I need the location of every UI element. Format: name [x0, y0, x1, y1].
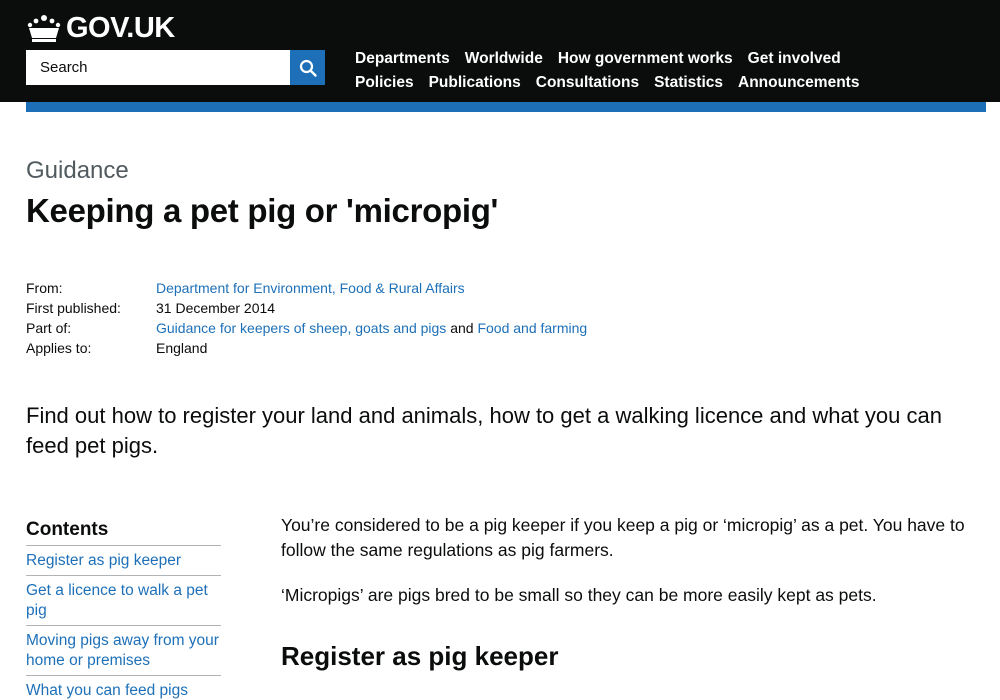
contents-link-moving-pigs[interactable]: Moving pigs away from your home or premi… — [26, 632, 219, 669]
crown-icon — [27, 14, 61, 42]
contents-item: Get a licence to walk a pet pig — [26, 576, 221, 626]
metadata-published-label: First published: — [26, 300, 121, 316]
nav-link-departments[interactable]: Departments — [355, 50, 450, 68]
metadata-from-link[interactable]: Department for Environment, Food & Rural… — [156, 280, 465, 296]
contents-list: Register as pig keeper Get a licence to … — [26, 546, 221, 700]
metadata-applies-value: England — [156, 340, 208, 356]
contents-item: Register as pig keeper — [26, 546, 221, 576]
header-blue-bar — [26, 102, 986, 112]
contents-item: What you can feed pigs — [26, 676, 221, 700]
main-navigation: Departments Worldwide How government wor… — [355, 47, 975, 95]
metadata-part-of-and: and — [450, 320, 474, 336]
metadata-part-of-link-guidance[interactable]: Guidance for keepers of sheep, goats and… — [156, 320, 446, 336]
nav-row-1: Departments Worldwide How government wor… — [355, 47, 975, 71]
nav-link-get-involved[interactable]: Get involved — [748, 50, 841, 68]
metadata-part-of-link-food-farming[interactable]: Food and farming — [477, 320, 587, 336]
metadata-published-row: First published: 31 December 2014 — [26, 298, 587, 318]
contents-link-register[interactable]: Register as pig keeper — [26, 552, 181, 569]
metadata-published-value: 31 December 2014 — [156, 300, 276, 316]
contents-item: Moving pigs away from your home or premi… — [26, 626, 221, 676]
nav-link-announcements[interactable]: Announcements — [738, 74, 859, 92]
metadata-applies-row: Applies to: England — [26, 338, 587, 358]
lead-paragraph: Find out how to register your land and a… — [26, 403, 942, 458]
section-heading-register: Register as pig keeper — [281, 641, 559, 671]
nav-link-how-government-works[interactable]: How government works — [558, 50, 733, 68]
nav-row-2: Policies Publications Consultations Stat… — [355, 71, 975, 95]
page-title: Keeping a pet pig or 'micropig' — [26, 192, 499, 229]
search-button[interactable] — [290, 50, 325, 85]
search-icon — [299, 59, 317, 77]
nav-link-consultations[interactable]: Consultations — [536, 74, 639, 92]
nav-link-publications[interactable]: Publications — [429, 74, 521, 92]
main-body: You’re considered to be a pig keeper if … — [281, 513, 981, 669]
govuk-logo-link[interactable]: GOV.UK — [26, 12, 175, 45]
page-context-label: Guidance — [26, 157, 129, 184]
contents-link-walking-licence[interactable]: Get a licence to walk a pet pig — [26, 582, 208, 619]
metadata-from-row: From: Department for Environment, Food &… — [26, 278, 587, 298]
metadata-from-label: From: — [26, 280, 63, 296]
metadata-part-of-row: Part of: Guidance for keepers of sheep, … — [26, 318, 587, 338]
site-header: GOV.UK Departments Worldwide How governm… — [0, 0, 1000, 102]
nav-link-policies[interactable]: Policies — [355, 74, 414, 92]
body-paragraph-1: You’re considered to be a pig keeper if … — [281, 515, 965, 560]
metadata-part-of-label: Part of: — [26, 320, 72, 336]
metadata-applies-label: Applies to: — [26, 340, 92, 356]
document-metadata: From: Department for Environment, Food &… — [26, 278, 587, 358]
search-form — [26, 50, 325, 85]
nav-link-statistics[interactable]: Statistics — [654, 74, 723, 92]
contents-heading: Contents — [26, 519, 221, 546]
search-input[interactable] — [26, 50, 290, 85]
contents-sidebar: Contents Register as pig keeper Get a li… — [26, 519, 221, 700]
logo-text: GOV.UK — [66, 12, 175, 44]
contents-link-feeding[interactable]: What you can feed pigs — [26, 682, 188, 699]
body-paragraph-2: ‘Micropigs’ are pigs bred to be small so… — [281, 585, 877, 605]
nav-link-worldwide[interactable]: Worldwide — [465, 50, 543, 68]
